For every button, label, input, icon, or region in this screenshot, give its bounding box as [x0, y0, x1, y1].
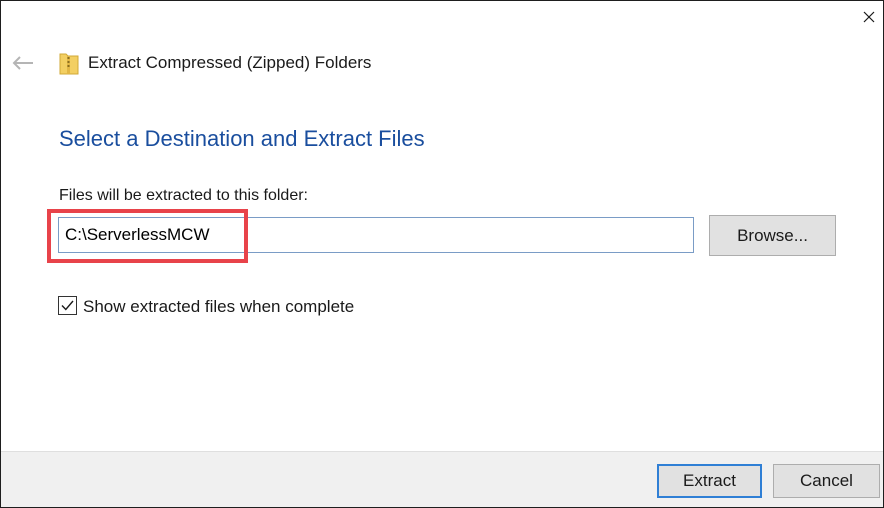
destination-path-input[interactable] — [58, 217, 694, 253]
cancel-button[interactable]: Cancel — [773, 464, 880, 498]
close-button[interactable] — [853, 3, 883, 31]
window-title: Extract Compressed (Zipped) Folders — [88, 53, 372, 72]
extract-dialog: Extract Compressed (Zipped) Folders Sele… — [0, 0, 884, 508]
show-files-label: Show extracted files when complete — [83, 297, 355, 316]
page-heading: Select a Destination and Extract Files — [59, 126, 425, 151]
back-button[interactable] — [10, 51, 36, 75]
close-icon — [863, 11, 875, 23]
browse-button[interactable]: Browse... — [709, 215, 836, 256]
zip-folder-icon — [59, 53, 79, 75]
checkmark-icon — [61, 300, 74, 311]
show-files-checkbox[interactable] — [58, 296, 77, 315]
back-arrow-icon — [12, 56, 33, 70]
destination-label: Files will be extracted to this folder: — [59, 187, 308, 204]
extract-button[interactable]: Extract — [657, 464, 762, 498]
